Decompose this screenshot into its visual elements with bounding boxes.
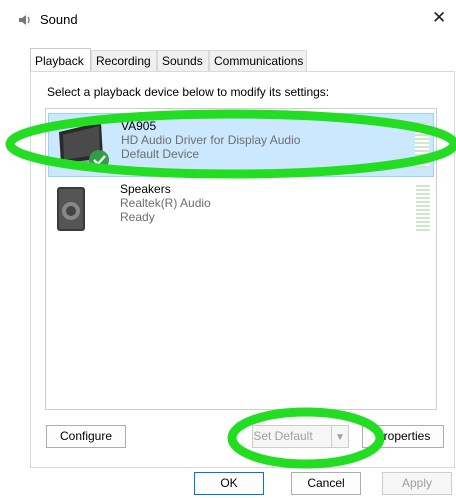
device-name: VA905: [121, 119, 157, 133]
tab-communications[interactable]: Communications: [209, 50, 307, 71]
properties-button[interactable]: Properties: [362, 425, 444, 448]
chevron-down-icon: ▼: [335, 432, 345, 443]
configure-button[interactable]: Configure: [46, 425, 126, 448]
device-item-speakers[interactable]: Speakers Realtek(R) Audio Ready: [48, 177, 434, 241]
window-title: Sound: [40, 12, 78, 27]
close-icon[interactable]: ✕: [432, 9, 446, 26]
ok-button[interactable]: OK: [194, 472, 264, 495]
device-list[interactable]: VA905 HD Audio Driver for Display Audio …: [45, 108, 437, 410]
tab-playback[interactable]: Playback: [30, 48, 91, 72]
volume-meter: [416, 185, 430, 231]
device-driver: HD Audio Driver for Display Audio: [121, 133, 301, 147]
monitor-icon: [59, 122, 109, 170]
apply-button[interactable]: Apply: [382, 472, 452, 495]
set-default-dropdown-button[interactable]: ▼: [331, 425, 349, 448]
speaker-volume-icon: [19, 15, 30, 25]
device-driver: Realtek(R) Audio: [120, 196, 211, 210]
device-status: Default Device: [121, 147, 200, 161]
tab-sounds[interactable]: Sounds: [157, 50, 209, 71]
volume-meter: [415, 122, 429, 168]
speaker-icon: [57, 187, 85, 231]
title-bar: Sound ✕: [0, 0, 456, 40]
device-item-va905[interactable]: VA905 HD Audio Driver for Display Audio …: [48, 113, 434, 177]
set-default-button[interactable]: Set Default: [252, 425, 332, 448]
instruction-text: Select a playback device below to modify…: [47, 85, 330, 99]
tab-recording[interactable]: Recording: [91, 50, 157, 71]
device-name: Speakers: [120, 182, 171, 196]
cancel-button[interactable]: Cancel: [291, 472, 361, 495]
device-status: Ready: [120, 210, 155, 224]
